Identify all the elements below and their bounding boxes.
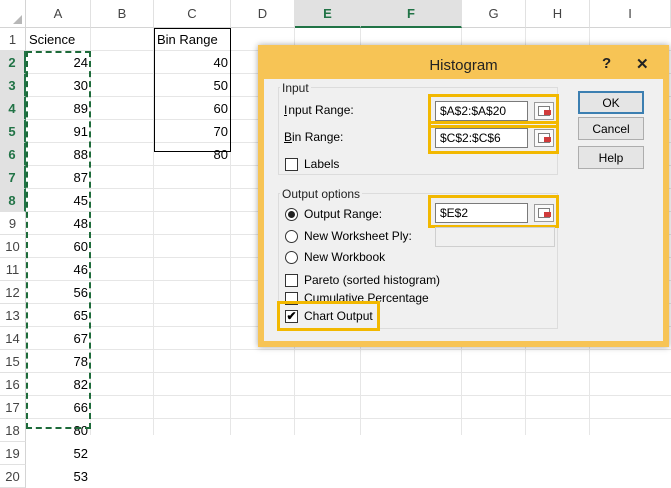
bin-range-field[interactable]: $C$2:$C$6 [435, 128, 528, 148]
cell-c6[interactable]: 80 [154, 143, 231, 166]
cell-a3[interactable]: 30 [26, 74, 91, 97]
input-range-label-text: nput Range: [287, 103, 354, 117]
gridline [26, 349, 671, 350]
gridline [26, 372, 671, 373]
row-header-2[interactable]: 2 [0, 51, 26, 74]
row-header-15[interactable]: 15 [0, 350, 26, 373]
new-workbook-label: New Workbook [304, 250, 386, 264]
cell-c4[interactable]: 60 [154, 97, 231, 120]
cell-a5[interactable]: 91 [26, 120, 91, 143]
column-header-c[interactable]: C [154, 0, 231, 28]
row-header-11[interactable]: 11 [0, 258, 26, 281]
row-header-16[interactable]: 16 [0, 373, 26, 396]
gridline [26, 418, 671, 419]
labels-checkbox[interactable] [285, 158, 298, 171]
column-header-i[interactable]: I [590, 0, 671, 28]
output-range-collapse-button[interactable] [534, 204, 554, 222]
row-header-18[interactable]: 18 [0, 419, 26, 442]
row-header-7[interactable]: 7 [0, 166, 26, 189]
bin-range-label: Bin Range: [284, 130, 344, 144]
cell-a4[interactable]: 89 [26, 97, 91, 120]
input-range-label: Input Range: [284, 103, 354, 117]
cell-c2[interactable]: 40 [154, 51, 231, 74]
new-worksheet-field [435, 227, 555, 247]
chart-output-checkbox[interactable]: ✔ [285, 310, 298, 323]
column-header-e[interactable]: E [295, 0, 361, 28]
input-group-label: Input [280, 81, 311, 95]
cumulative-label: Cumulative Percentage [304, 291, 429, 305]
row-header-5[interactable]: 5 [0, 120, 26, 143]
input-range-collapse-button[interactable] [534, 102, 554, 120]
pareto-checkbox[interactable] [285, 274, 298, 287]
input-range-field[interactable]: $A$2:$A$20 [435, 101, 528, 121]
cell-a7[interactable]: 87 [26, 166, 91, 189]
row-header-10[interactable]: 10 [0, 235, 26, 258]
row-header-4[interactable]: 4 [0, 97, 26, 120]
cell-a10[interactable]: 60 [26, 235, 91, 258]
cell-a20[interactable]: 53 [26, 465, 91, 488]
row-header-9[interactable]: 9 [0, 212, 26, 235]
row-header-6[interactable]: 6 [0, 143, 26, 166]
cell-a8[interactable]: 45 [26, 189, 91, 212]
labels-label: Labels [304, 157, 340, 171]
cell-a16[interactable]: 82 [26, 373, 91, 396]
column-header-g[interactable]: G [462, 0, 526, 28]
cancel-button[interactable]: Cancel [578, 117, 644, 140]
select-all-corner[interactable] [0, 0, 26, 28]
cell-c5[interactable]: 70 [154, 120, 231, 143]
help-button[interactable]: Help [578, 146, 644, 169]
row-header-13[interactable]: 13 [0, 304, 26, 327]
output-range-field[interactable]: $E$2 [435, 203, 528, 223]
row-header-1[interactable]: 1 [0, 28, 26, 51]
cell-a15[interactable]: 78 [26, 350, 91, 373]
row-header-17[interactable]: 17 [0, 396, 26, 419]
cell-a9[interactable]: 48 [26, 212, 91, 235]
column-header-h[interactable]: H [526, 0, 590, 28]
cell-a18[interactable]: 80 [26, 419, 91, 442]
new-workbook-radio[interactable] [285, 251, 298, 264]
new-worksheet-radio[interactable] [285, 230, 298, 243]
help-icon[interactable]: ? [602, 55, 611, 72]
cell-a13[interactable]: 65 [26, 304, 91, 327]
bin-range-collapse-button[interactable] [534, 129, 554, 147]
row-header-8[interactable]: 8 [0, 189, 26, 212]
row-header-12[interactable]: 12 [0, 281, 26, 304]
cell-a2[interactable]: 24 [26, 51, 91, 74]
row-header-20[interactable]: 20 [0, 465, 26, 488]
cell-a14[interactable]: 67 [26, 327, 91, 350]
ok-button[interactable]: OK [578, 91, 644, 114]
cell-a19[interactable]: 52 [26, 442, 91, 465]
cumulative-checkbox[interactable] [285, 292, 298, 305]
gridline [26, 395, 671, 396]
pareto-label: Pareto (sorted histogram) [304, 273, 441, 287]
histogram-dialog: Histogram ? ✕ Input Input Range: $A$2:$A… [258, 45, 669, 347]
column-header-f[interactable]: F [361, 0, 462, 28]
output-group-label: Output options [280, 187, 363, 201]
cell-c3[interactable]: 50 [154, 74, 231, 97]
row-header-3[interactable]: 3 [0, 74, 26, 97]
dialog-titlebar[interactable]: Histogram ? ✕ [264, 51, 663, 79]
chart-output-label: Chart Output [304, 309, 373, 323]
cell-a11[interactable]: 46 [26, 258, 91, 281]
cell-a12[interactable]: 56 [26, 281, 91, 304]
cell-c1[interactable]: Bin Range [154, 28, 231, 51]
new-worksheet-label: New Worksheet Ply: [304, 229, 412, 243]
cell-a6[interactable]: 88 [26, 143, 91, 166]
close-icon[interactable]: ✕ [636, 55, 649, 73]
column-header-a[interactable]: A [26, 0, 91, 28]
cell-a1[interactable]: Science [26, 28, 91, 51]
column-header-b[interactable]: B [91, 0, 154, 28]
row-header-14[interactable]: 14 [0, 327, 26, 350]
column-header-d[interactable]: D [231, 0, 295, 28]
output-range-radio[interactable] [285, 208, 298, 221]
row-header-19[interactable]: 19 [0, 442, 26, 465]
output-range-label: Output Range: [304, 207, 383, 221]
cell-a17[interactable]: 66 [26, 396, 91, 419]
